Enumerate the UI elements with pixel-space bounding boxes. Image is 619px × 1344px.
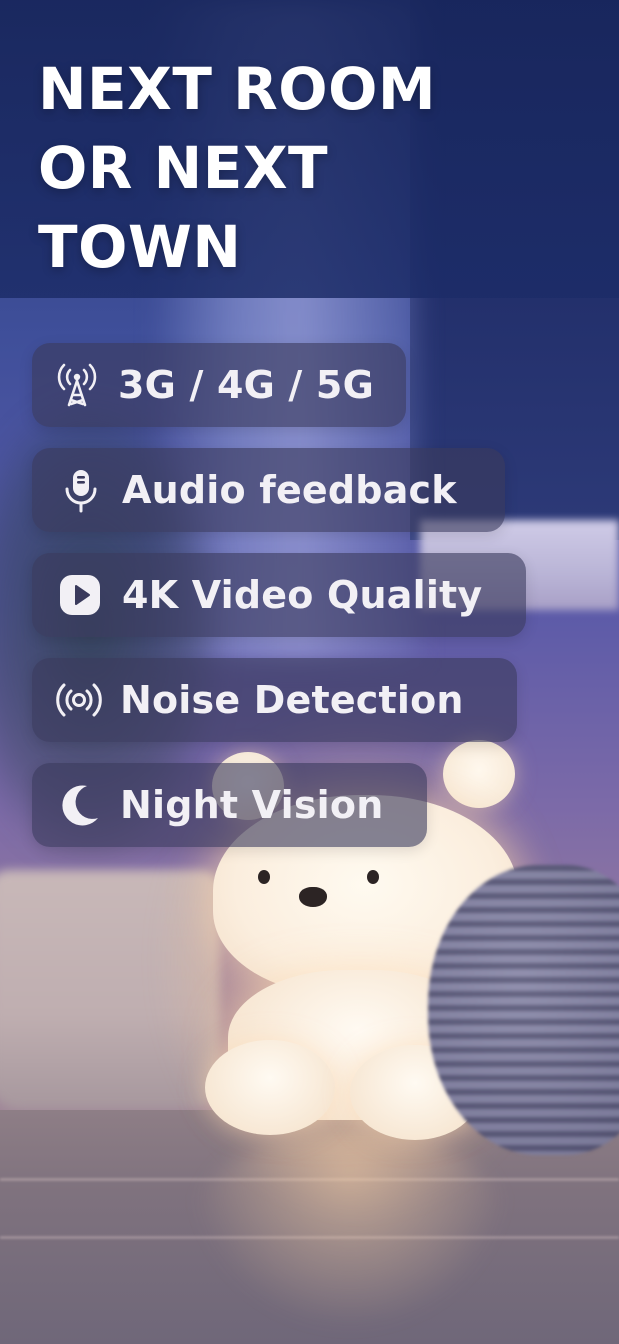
microphone-icon xyxy=(56,465,106,515)
bear-lamp-nose xyxy=(299,887,327,907)
night-light-reflection xyxy=(190,1130,510,1330)
cell-tower-icon xyxy=(52,360,102,410)
page-title: NEXT ROOM OR NEXT TOWN xyxy=(38,50,436,287)
header-banner: NEXT ROOM OR NEXT TOWN xyxy=(0,0,619,298)
feature-pill-noise: Noise Detection xyxy=(32,658,517,742)
feature-label: Night Vision xyxy=(120,783,384,827)
feature-label: Noise Detection xyxy=(120,678,464,722)
bear-lamp-ear-right xyxy=(443,740,515,808)
headline-line: NEXT ROOM xyxy=(38,55,437,123)
feature-pill-connectivity: 3G / 4G / 5G xyxy=(32,343,406,427)
feature-pill-night-vision: Night Vision xyxy=(32,763,427,847)
feature-label: 4K Video Quality xyxy=(122,573,483,617)
promo-screen: NEXT ROOM OR NEXT TOWN 3G / 4G / 5G Audi… xyxy=(0,0,619,1344)
bear-lamp-paw-left xyxy=(205,1040,335,1135)
feature-pill-audio: Audio feedback xyxy=(32,448,505,532)
headline-line: TOWN xyxy=(38,213,242,281)
feature-pill-video: 4K Video Quality xyxy=(32,553,526,637)
bear-lamp-eye-left xyxy=(258,870,270,884)
bear-lamp-eye-right xyxy=(367,870,379,884)
play-icon xyxy=(56,570,106,620)
feature-label: Audio feedback xyxy=(122,468,457,512)
feature-label: 3G / 4G / 5G xyxy=(118,363,374,407)
headline-line: OR NEXT xyxy=(38,134,329,202)
sound-waves-icon xyxy=(54,675,104,725)
moon-icon xyxy=(54,780,104,830)
